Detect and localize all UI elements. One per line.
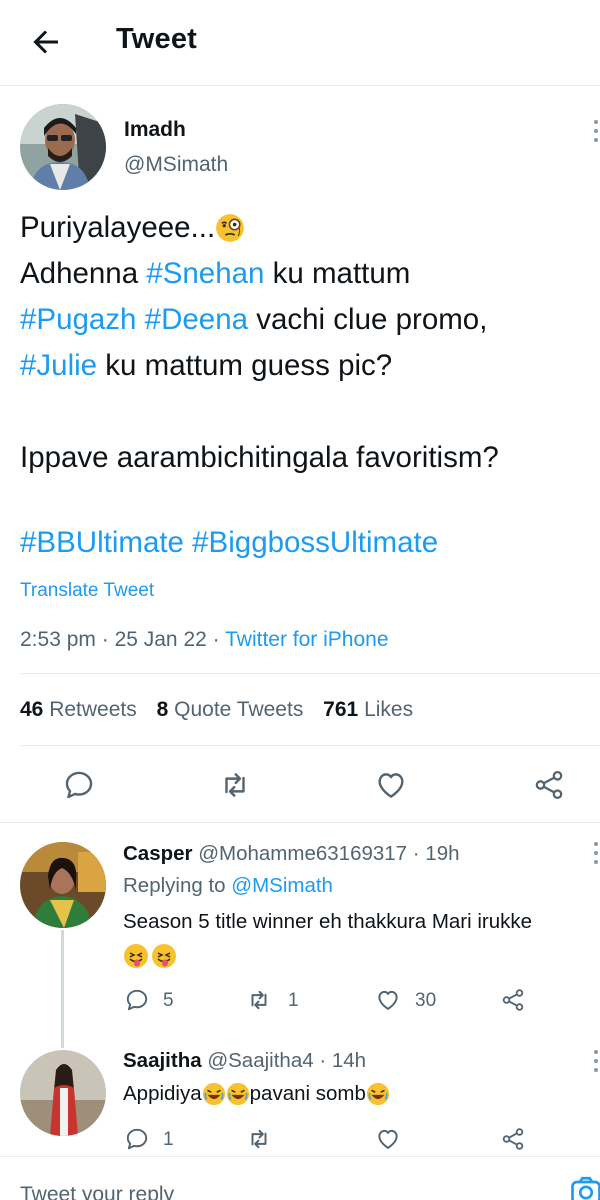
replying-to-handle[interactable]: @MSimath bbox=[231, 874, 333, 897]
reply-icon[interactable] bbox=[124, 987, 150, 1013]
divider bbox=[0, 822, 600, 823]
tweet-source-link[interactable]: Twitter for iPhone bbox=[225, 628, 388, 651]
hashtag-link[interactable]: #Julie bbox=[20, 349, 97, 382]
reply-author-line[interactable]: Casper @Mohamme63169317 · 19h bbox=[123, 842, 460, 866]
tweet-text-segment: Puriyalayeee... bbox=[20, 211, 216, 244]
reply-text: Season 5 title winner eh thakkura Mari i… bbox=[123, 910, 533, 933]
winking-tongue-emoji-icon bbox=[124, 944, 148, 968]
retweet-count: 1 bbox=[288, 990, 299, 1011]
reply-time: 14h bbox=[331, 1049, 367, 1072]
reply-input-placeholder[interactable]: Tweet your reply bbox=[20, 1183, 174, 1200]
retweet-icon[interactable] bbox=[218, 768, 252, 802]
top-bar: Tweet bbox=[0, 0, 600, 86]
tweet-text-line: Adhenna #Snehan ku mattum bbox=[20, 251, 590, 297]
laughing-emoji-icon bbox=[202, 1082, 225, 1106]
replying-to: Replying to @MSimath bbox=[123, 874, 333, 897]
share-icon[interactable] bbox=[532, 768, 566, 802]
reply-author-name: Saajitha bbox=[123, 1049, 202, 1072]
quote-tweets-stat[interactable]: 8 Quote Tweets bbox=[157, 698, 304, 721]
thread-connector bbox=[61, 930, 64, 1048]
like-icon[interactable] bbox=[375, 987, 401, 1013]
share-icon[interactable] bbox=[500, 987, 526, 1013]
reply-count: 1 bbox=[163, 1129, 174, 1150]
tweet-time: 2:53 pm bbox=[20, 628, 96, 651]
face-with-monocle-emoji-icon bbox=[216, 214, 244, 242]
back-arrow-icon[interactable] bbox=[28, 24, 64, 60]
hashtag-link[interactable]: #Deena bbox=[145, 303, 248, 336]
hashtag-link[interactable]: #Pugazh bbox=[20, 303, 136, 336]
laughing-emoji-icon bbox=[226, 1082, 249, 1106]
author-avatar[interactable] bbox=[20, 104, 106, 190]
tweet-text-line: #Julie ku mattum guess pic? bbox=[20, 343, 590, 389]
like-count: 30 bbox=[415, 990, 437, 1011]
reply-author-name: Casper bbox=[123, 842, 193, 865]
like-icon[interactable] bbox=[375, 1126, 401, 1152]
tweet-date: 25 Jan 22 bbox=[114, 628, 207, 651]
reply-icon[interactable] bbox=[124, 1126, 150, 1152]
tweet-text-line: Ippave aarambichitingala favoritism? bbox=[20, 435, 590, 481]
retweets-stat[interactable]: 46 Retweets bbox=[20, 698, 137, 721]
likes-stat[interactable]: 761 Likes bbox=[323, 698, 413, 721]
reply-author-line[interactable]: Saajitha @Saajitha4 · 14h bbox=[123, 1049, 366, 1073]
tweet-text-line: Puriyalayeee... bbox=[20, 205, 590, 251]
more-options-icon[interactable] bbox=[591, 1050, 600, 1078]
reply-composer[interactable]: Tweet your reply bbox=[0, 1156, 600, 1200]
reply-text: Appidiya pavani somb bbox=[123, 1082, 390, 1106]
reply-count: 5 bbox=[163, 990, 174, 1011]
hashtag-link[interactable]: #Snehan bbox=[146, 257, 264, 290]
tweet-text-segment: ku mattum bbox=[264, 257, 411, 290]
reply-author-handle: @Mohamme63169317 bbox=[198, 842, 408, 865]
divider bbox=[20, 673, 600, 674]
tweet-text-line bbox=[20, 389, 590, 435]
more-options-icon[interactable] bbox=[591, 120, 600, 148]
author-handle[interactable]: @MSimath bbox=[124, 153, 228, 177]
reply-author-handle: @Saajitha4 bbox=[207, 1049, 314, 1072]
reply-time: 19h bbox=[425, 842, 460, 865]
page-title: Tweet bbox=[116, 23, 198, 55]
author-name[interactable]: Imadh bbox=[124, 118, 186, 142]
reply-avatar[interactable] bbox=[20, 842, 106, 928]
tweet-text-segment: ku mattum guess pic? bbox=[97, 349, 393, 382]
share-icon[interactable] bbox=[500, 1126, 526, 1152]
tweet-text: Puriyalayeee... Adhenna #Snehan ku mattum… bbox=[20, 205, 590, 481]
like-icon[interactable] bbox=[374, 768, 408, 802]
retweet-icon[interactable] bbox=[246, 1126, 272, 1152]
divider bbox=[20, 745, 600, 746]
retweet-icon[interactable] bbox=[246, 987, 272, 1013]
tweet-hashtags[interactable]: #BBUltimate #BiggbossUltimate bbox=[20, 526, 438, 560]
tweet-text-segment bbox=[136, 303, 144, 336]
tweet-meta: 2:53 pm · 25 Jan 22 · Twitter for iPhone bbox=[20, 628, 389, 651]
tweet-text-segment: Ippave aarambichitingala favoritism? bbox=[20, 441, 499, 474]
laughing-emoji-icon bbox=[366, 1082, 389, 1106]
camera-icon[interactable] bbox=[568, 1173, 600, 1200]
reply-icon[interactable] bbox=[62, 768, 96, 802]
winking-tongue-emoji-icon bbox=[152, 944, 176, 968]
translate-tweet-link[interactable]: Translate Tweet bbox=[20, 580, 154, 602]
tweet-text-segment: vachi clue promo, bbox=[248, 303, 488, 336]
tweet-stats: 46 Retweets 8 Quote Tweets 761 Likes bbox=[20, 698, 413, 722]
reply-avatar[interactable] bbox=[20, 1050, 106, 1136]
tweet-text-line: #Pugazh #Deena vachi clue promo, bbox=[20, 297, 590, 343]
tweet-text-segment: Adhenna bbox=[20, 257, 147, 290]
more-options-icon[interactable] bbox=[591, 842, 600, 870]
